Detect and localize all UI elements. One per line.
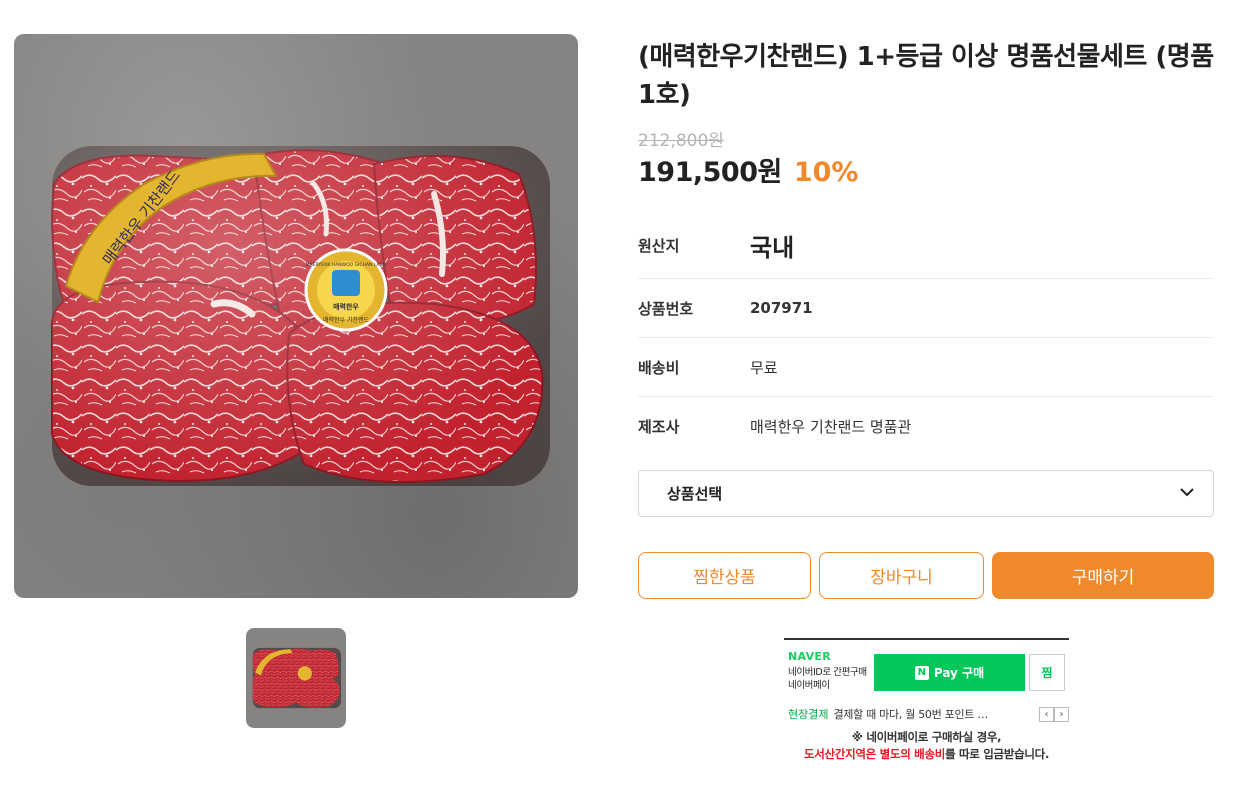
manufacturer-value: 매력한우 기찬랜드 명품관	[750, 418, 912, 436]
naver-logo: NAVER	[788, 650, 831, 663]
note-line2: 도서산간지역은 별도의 배송비를 따로 입금받습니다.	[784, 746, 1069, 763]
product-number-label: 상품번호	[638, 299, 694, 318]
note-line1: ※ 네이버페이로 구매하실 경우,	[851, 730, 1002, 744]
product-main-image: 매력한우 기찬랜드 매력한우 MAERYEOK HANWOO GICHAN LA…	[14, 34, 578, 598]
add-to-cart-button[interactable]: 장바구니	[819, 552, 984, 599]
naver-sub-line2: 네이버페이	[788, 680, 830, 691]
naver-pay-shipping-note: ※ 네이버페이로 구매하실 경우, 도서산간지역은 별도의 배송비를 따로 입금…	[784, 729, 1069, 763]
sticker-bottom-text: 매력한우 기찬랜드	[323, 316, 370, 324]
product-option-select[interactable]: 상품선택	[638, 470, 1214, 517]
wishlist-button[interactable]: 찜한상품	[638, 552, 811, 599]
sale-price-row: 191,500원 10%	[638, 150, 858, 189]
sticker-ring-text: MAERYEOK HANWOO GICHAN LAND	[306, 262, 387, 268]
beef-package-illustration: 매력한우 기찬랜드 매력한우 MAERYEOK HANWOO GICHAN LA…	[51, 146, 550, 486]
note-tail-text: 를 따로 입금받습니다.	[945, 747, 1050, 761]
product-title: (매력한우기찬랜드) 1+등급 이상 명품선물세트 (명품1호)	[638, 42, 1214, 110]
naver-wish-button[interactable]: 찜	[1029, 654, 1065, 691]
naver-pay-promo: 현장결제 결제할 때 마다, 월 50번 포인트 … ‹ ›	[788, 706, 1069, 722]
shipping-fee-label: 배송비	[638, 358, 680, 377]
promo-highlight: 현장결제	[788, 708, 829, 721]
promo-arrows: ‹ ›	[1039, 706, 1069, 722]
naver-pay-description: 네이버ID로 간편구매 네이버페이	[788, 666, 867, 692]
thumbnail-beef-illustration	[252, 647, 342, 709]
product-number-value: 207971	[750, 299, 813, 317]
promo-text: 결제할 때 마다, 월 50번 포인트 …	[833, 708, 988, 721]
origin-label: 원산지	[638, 236, 680, 255]
naver-pay-buy-button[interactable]: N Pay 구매	[874, 654, 1025, 691]
original-price: 212,800원	[638, 131, 724, 151]
note-red-text: 도서산간지역은 별도의 배송비	[803, 747, 946, 761]
sale-price: 191,500원	[638, 157, 782, 188]
info-row-shipping: 배송비 무료	[638, 338, 1214, 397]
naver-n-icon: N	[914, 665, 929, 680]
naver-sub-line1: 네이버ID로 간편구매	[788, 667, 867, 678]
manufacturer-label: 제조사	[638, 418, 680, 436]
naver-pay-label: Pay 구매	[933, 666, 985, 680]
sticker-center-text: 매력한우	[333, 302, 359, 311]
product-thumbnail[interactable]	[246, 628, 346, 728]
naver-pay-widget: NAVER 네이버ID로 간편구매 네이버페이 N Pay 구매 찜	[784, 638, 1069, 700]
buy-now-button[interactable]: 구매하기	[992, 552, 1214, 599]
info-row-manufacturer: 제조사 매력한우 기찬랜드 명품관	[638, 397, 1214, 456]
chevron-down-icon	[1179, 484, 1195, 504]
info-row-origin: 원산지 국내	[638, 212, 1214, 279]
discount-rate: 10%	[793, 157, 859, 188]
promo-next-arrow-icon[interactable]: ›	[1054, 706, 1069, 722]
shipping-fee-value: 무료	[750, 358, 778, 377]
info-row-product-number: 상품번호 207971	[638, 279, 1214, 338]
promo-prev-arrow-icon[interactable]: ‹	[1039, 706, 1054, 722]
option-select-label: 상품선택	[667, 485, 723, 503]
origin-value: 국내	[750, 233, 795, 262]
